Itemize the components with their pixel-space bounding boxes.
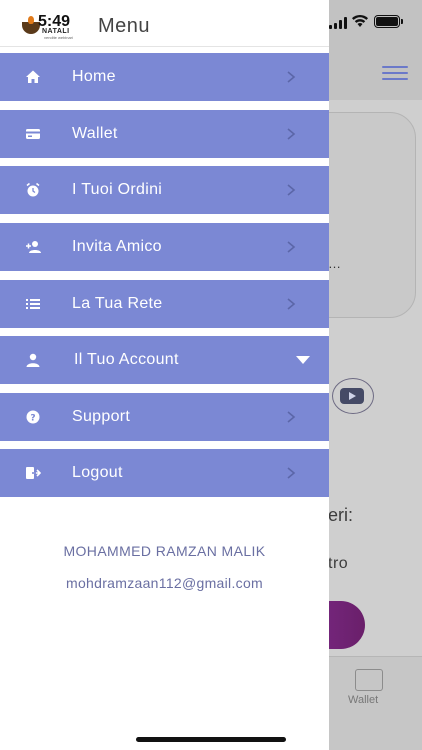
person-add-icon bbox=[26, 241, 41, 253]
alarm-clock-icon bbox=[26, 182, 40, 197]
chevron-right-icon bbox=[287, 241, 296, 253]
menu-item-label: Invita Amico bbox=[72, 238, 162, 255]
menu-item-label: Logout bbox=[72, 464, 123, 481]
user-name: MOHAMMED RAMZAN MALIK bbox=[63, 543, 266, 559]
logo-tagline: vendite webinari bbox=[44, 35, 73, 40]
menu-item-invite-friend[interactable]: Invita Amico bbox=[0, 223, 329, 271]
signal-icon bbox=[329, 17, 347, 29]
menu-item-label: Support bbox=[72, 408, 131, 425]
battery-icon bbox=[374, 15, 403, 28]
background-card-text: … bbox=[328, 256, 341, 271]
menu-item-wallet[interactable]: Wallet bbox=[0, 110, 329, 158]
menu-item-label: Wallet bbox=[72, 125, 118, 142]
menu-item-label: Home bbox=[72, 68, 116, 85]
hamburger-menu-icon[interactable] bbox=[382, 66, 408, 82]
menu-item-label: I Tuoi Ordini bbox=[72, 181, 163, 198]
background-subtext: tro bbox=[328, 555, 349, 572]
background-heading: eri: bbox=[328, 505, 354, 525]
drawer-header: 5:49 NATALI vendite webinari Menu bbox=[0, 0, 329, 46]
chevron-right-icon bbox=[287, 71, 296, 83]
chevron-right-icon bbox=[287, 184, 296, 196]
menu-item-label: La Tua Rete bbox=[72, 295, 163, 312]
tab-wallet-label[interactable]: Wallet bbox=[348, 694, 378, 706]
logo-brand: NATALI bbox=[42, 28, 70, 35]
navigation-drawer: 5:49 NATALI vendite webinari Menu Home W… bbox=[0, 0, 329, 750]
header-divider bbox=[0, 46, 329, 47]
menu-item-logout[interactable]: Logout bbox=[0, 449, 329, 497]
person-icon bbox=[26, 353, 40, 367]
chevron-right-icon bbox=[287, 298, 296, 310]
menu-item-network[interactable]: La Tua Rete bbox=[0, 280, 329, 328]
home-indicator[interactable] bbox=[136, 737, 286, 742]
youtube-icon bbox=[340, 388, 364, 404]
menu-item-label: Il Tuo Account bbox=[74, 351, 179, 368]
chevron-right-icon bbox=[287, 128, 296, 140]
wifi-icon bbox=[352, 14, 368, 27]
drawer-title: Menu bbox=[98, 15, 151, 37]
credit-card-icon bbox=[26, 129, 40, 139]
menu-item-orders[interactable]: I Tuoi Ordini bbox=[0, 166, 329, 214]
chevron-right-icon bbox=[287, 467, 296, 479]
home-icon bbox=[26, 70, 40, 83]
wallet-icon[interactable] bbox=[355, 669, 383, 691]
list-icon bbox=[26, 299, 40, 309]
menu-item-support[interactable]: ? Support bbox=[0, 393, 329, 441]
chevron-down-icon bbox=[296, 356, 310, 364]
chevron-right-icon bbox=[287, 411, 296, 423]
menu-item-account[interactable]: Il Tuo Account bbox=[0, 336, 329, 384]
help-icon: ? bbox=[26, 410, 40, 424]
logout-icon bbox=[26, 467, 41, 479]
user-email: mohdramzaan112@gmail.com bbox=[65, 575, 263, 591]
svg-text:?: ? bbox=[30, 414, 35, 424]
menu-item-home[interactable]: Home bbox=[0, 53, 329, 101]
